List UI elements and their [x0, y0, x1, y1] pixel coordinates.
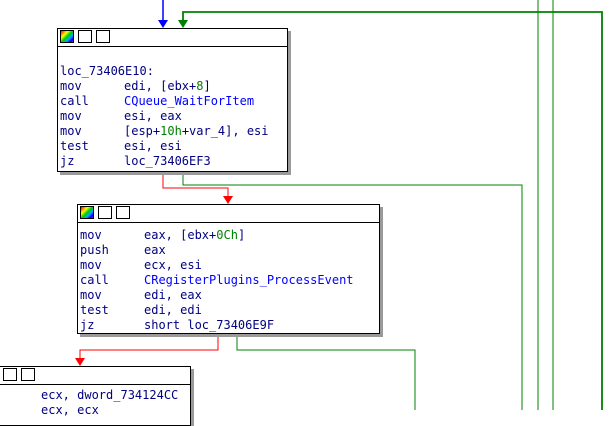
- asm-line[interactable]: mov eax, [ebx+0Ch]: [80, 228, 379, 243]
- asm-line[interactable]: mov edi, [ebx+8]: [60, 79, 287, 94]
- code-block-node-3[interactable]: ecx, dword_734124CC ecx, ecx: [0, 366, 191, 426]
- asm-line[interactable]: call CQueue_WaitForItem: [60, 94, 287, 109]
- asm-line[interactable]: test esi, esi: [60, 139, 287, 154]
- code-block-node-1[interactable]: loc_73406E10: mov edi, [ebx+8] call CQueue…: [57, 28, 288, 172]
- color-icon[interactable]: [80, 206, 94, 219]
- asm-line[interactable]: test edi, edi: [80, 303, 379, 318]
- code-block-node-2[interactable]: mov eax, [ebx+0Ch] push eax mov ecx, esi ca…: [77, 204, 380, 334]
- asm-line[interactable]: call CRegisterPlugins_ProcessEvent: [80, 273, 379, 288]
- rename-pencil-icon[interactable]: [98, 206, 112, 219]
- asm-line[interactable]: jz short loc_73406E9F: [80, 318, 379, 333]
- edge-arrow-red-1: [223, 196, 233, 204]
- color-icon[interactable]: [60, 30, 74, 43]
- node-titlebar: [78, 205, 379, 223]
- graph-view-icon[interactable]: [21, 368, 35, 381]
- asm-line[interactable]: jz loc_73406EF3: [60, 154, 287, 169]
- asm-line[interactable]: ecx, dword_734124CC: [0, 388, 190, 403]
- edge-arrow-loop: [178, 20, 188, 28]
- edge-arrow-normal: [158, 20, 168, 28]
- node-titlebar: [58, 29, 287, 47]
- rename-pencil-icon[interactable]: [3, 368, 17, 381]
- asm-line[interactable]: push eax: [80, 243, 379, 258]
- rename-pencil-icon[interactable]: [78, 30, 92, 43]
- edge-node2-false: [79, 334, 219, 360]
- asm-line[interactable]: mov [esp+10h+var_4], esi: [60, 124, 287, 139]
- edge-node2-true: [236, 334, 416, 410]
- graph-view-icon[interactable]: [116, 206, 130, 219]
- asm-line[interactable]: ecx, ecx: [0, 403, 190, 418]
- graph-view-icon[interactable]: [96, 30, 110, 43]
- asm-line[interactable]: mov esi, eax: [60, 109, 287, 124]
- edge-arrow-red-2: [75, 358, 85, 366]
- asm-line[interactable]: mov ecx, esi: [80, 258, 379, 273]
- asm-line[interactable]: mov edi, eax: [80, 288, 379, 303]
- node-label: loc_73406E10:: [60, 64, 154, 78]
- node-titlebar: [0, 367, 190, 385]
